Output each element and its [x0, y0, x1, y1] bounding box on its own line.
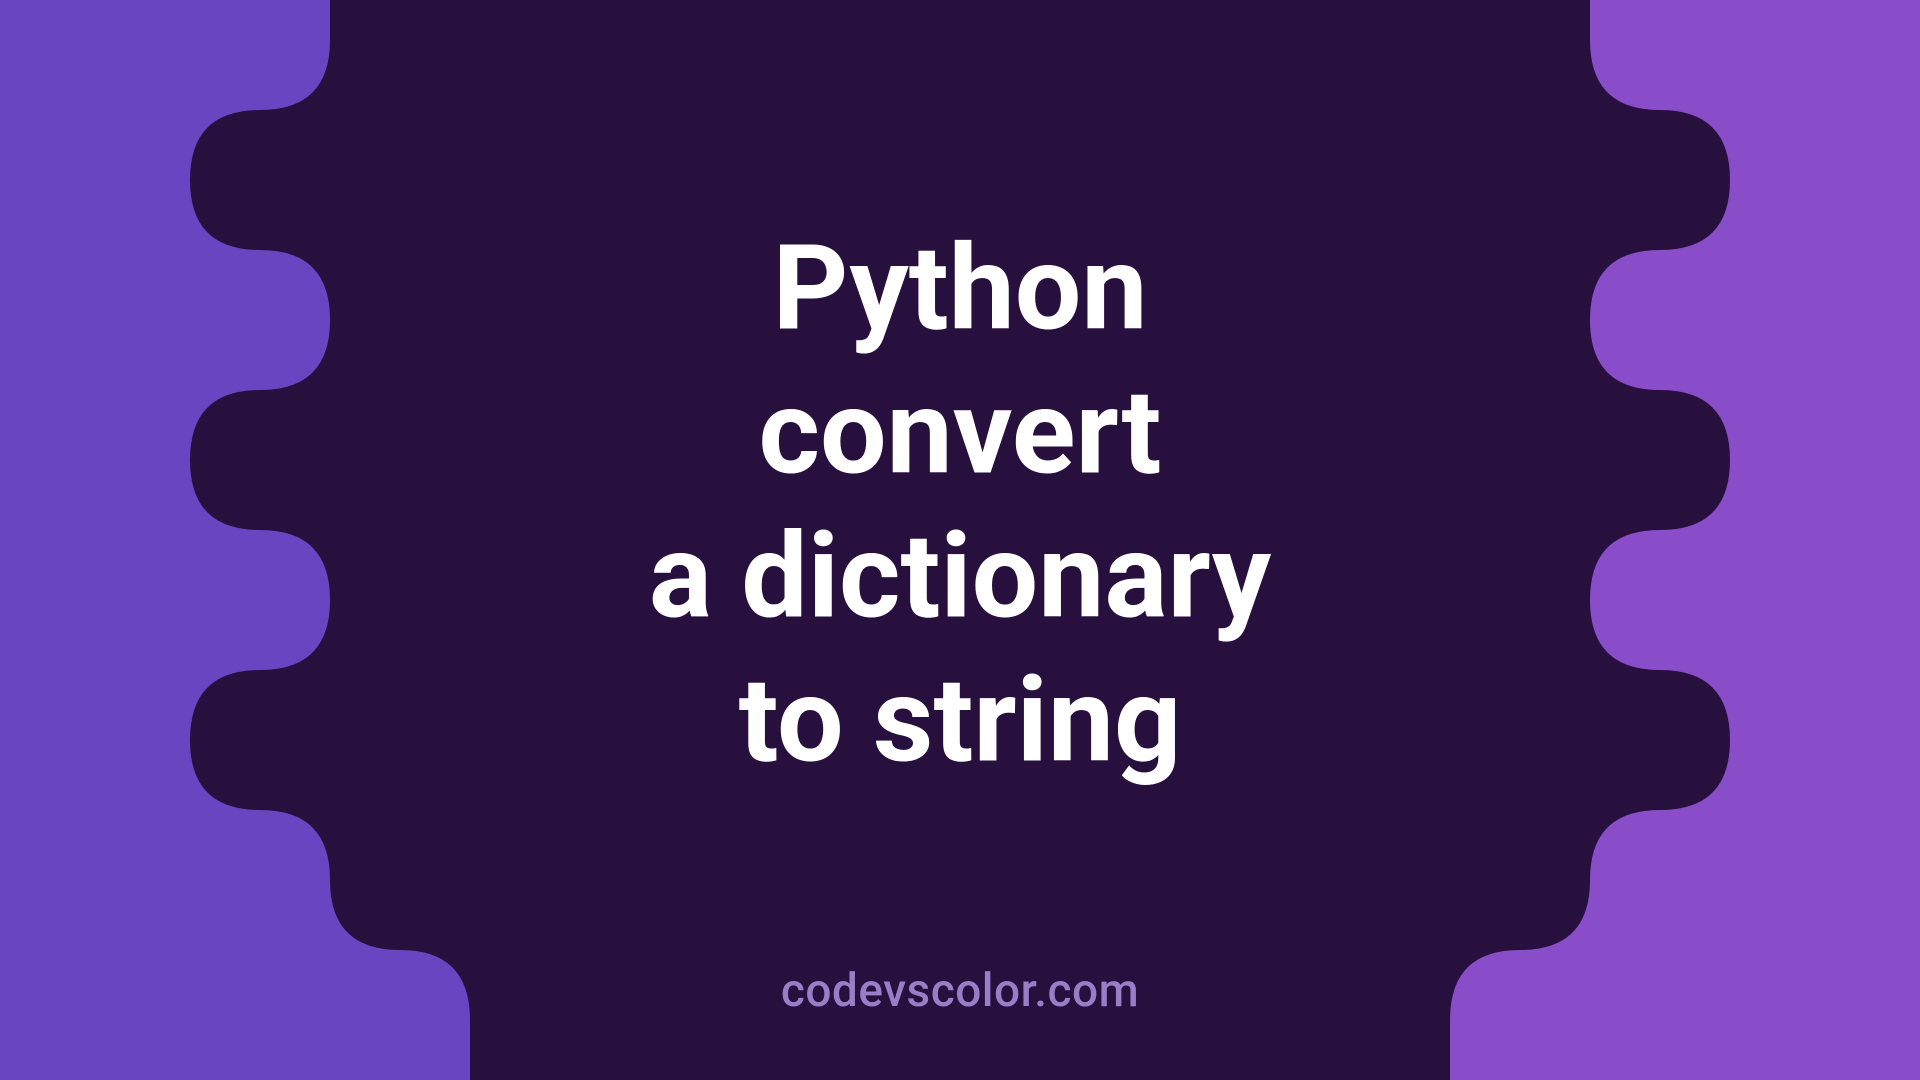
- banner-title: Python convert a dictionary to string: [649, 218, 1271, 794]
- watermark-text: codevscolor.com: [781, 964, 1139, 1018]
